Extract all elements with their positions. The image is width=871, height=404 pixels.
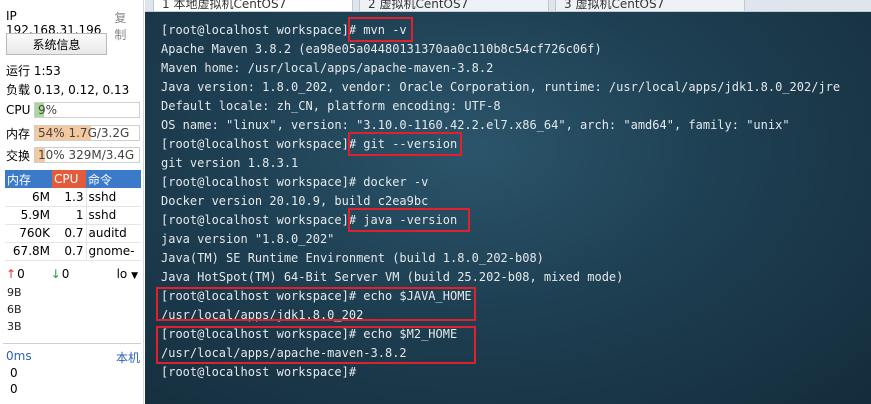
latency-label: 0ms: [6, 349, 32, 363]
column-header-cpu[interactable]: CPU: [52, 170, 86, 188]
latency-host[interactable]: 本机: [116, 349, 140, 366]
highlight-box-git: [348, 132, 462, 156]
terminal-line: Java(TM) SE Runtime Environment (build 1…: [161, 251, 544, 265]
swap-meter-row: 交换 10% 329M/3.4G: [6, 146, 140, 164]
uptime: 运行 1:53: [6, 64, 61, 78]
network-scale-label: 6B: [7, 303, 22, 316]
process-memory: 6M: [5, 188, 52, 207]
copy-ip-link[interactable]: 复制: [114, 9, 138, 43]
network-scale-label: 3B: [7, 320, 22, 333]
process-command: gnome-: [86, 242, 141, 261]
network-row: ↑ 0 ↓ 0 lo ▼: [6, 267, 138, 281]
memory-value: 54% 1.7G/3.2G: [38, 126, 130, 140]
highlight-box-java-home: [156, 287, 476, 321]
terminal-line: Java version: 1.8.0_202, vendor: Oracle …: [161, 80, 841, 94]
terminal-line: java version "1.8.0_202": [161, 232, 335, 246]
tab-session-1[interactable]: 1 本地虚拟机CentOS7: [153, 0, 353, 11]
process-memory: 67.8M: [5, 242, 52, 261]
terminal-line: git version 1.8.3.1: [161, 156, 299, 170]
load-average: 负载 0.13, 0.12, 0.13: [6, 83, 130, 97]
swap-meter: 10% 329M/3.4G: [34, 147, 140, 163]
process-command: sshd: [86, 206, 141, 225]
terminal-line: [root@localhost workspace]#: [161, 365, 364, 379]
upload-value: 0: [17, 267, 25, 281]
terminal-line: Default locale: zh_CN, platform encoding…: [161, 99, 501, 113]
cpu-value: 9%: [38, 103, 58, 117]
system-info-button[interactable]: 系统信息: [6, 33, 107, 55]
process-memory: 5.9M: [5, 206, 52, 225]
terminal-line: Java HotSpot(TM) 64-Bit Server VM (build…: [161, 270, 624, 284]
table-row[interactable]: 6M 1.3 sshd: [5, 188, 141, 207]
process-table: 内存 CPU 命令 6M 1.3 sshd 5.9M 1 sshd 760K 0…: [5, 170, 141, 261]
column-header-memory[interactable]: 内存: [5, 170, 52, 188]
chevron-down-icon: ▼: [131, 271, 138, 281]
download-arrow-icon: ↓: [50, 267, 61, 281]
highlight-box-m2-home: [156, 326, 476, 364]
cpu-label: CPU: [6, 103, 31, 117]
process-memory: 760K: [5, 224, 52, 243]
cpu-meter: 9%: [34, 102, 140, 118]
terminal-output[interactable]: [root@localhost workspace]# mvn -v Apach…: [145, 12, 871, 404]
latency-value: 0: [10, 382, 18, 396]
network-scale-label: 9B: [7, 286, 22, 299]
latency-row: 0ms 本机: [6, 349, 140, 366]
swap-value: 10% 329M/3.4G: [38, 148, 135, 162]
download-value: 0: [61, 267, 70, 281]
process-command: auditd: [86, 224, 141, 243]
server-status-sidebar: IP 192.168.31.196 复制 系统信息 运行 1:53 负载 0.1…: [0, 0, 144, 404]
process-cpu: 0.7: [52, 242, 87, 261]
divider: [3, 343, 141, 344]
table-row[interactable]: 67.8M 0.7 gnome-: [5, 242, 141, 261]
terminal-line: Apache Maven 3.8.2 (ea98e05a04480131370a…: [161, 42, 602, 56]
memory-meter-row: 内存 54% 1.7G/3.2G: [6, 124, 140, 142]
terminal-line: OS name: "linux", version: "3.10.0-1160.…: [161, 118, 790, 132]
cpu-meter-row: CPU 9%: [6, 101, 140, 119]
process-cpu: 1: [52, 206, 87, 225]
highlight-box-java: [348, 208, 470, 232]
latency-value: 0: [10, 366, 18, 380]
memory-label: 内存: [6, 126, 31, 141]
network-interface-select[interactable]: lo ▼: [117, 267, 138, 281]
table-row[interactable]: 5.9M 1 sshd: [5, 206, 141, 225]
process-cpu: 1.3: [52, 188, 87, 207]
process-cpu: 0.7: [52, 224, 87, 243]
column-header-command[interactable]: 命令: [86, 170, 141, 188]
memory-meter: 54% 1.7G/3.2G: [34, 125, 140, 141]
highlight-box-mvn: [348, 17, 413, 42]
tab-session-3[interactable]: 3 虚拟机CentOS7: [555, 0, 745, 11]
process-command: sshd: [86, 188, 141, 207]
swap-label: 交换: [6, 148, 31, 163]
upload-arrow-icon: ↑: [6, 267, 17, 281]
terminal-line: Maven home: /usr/local/apps/apache-maven…: [161, 61, 494, 75]
session-tab-bar: 1 本地虚拟机CentOS7 2 虚拟机CentOS7 3 虚拟机CentOS7: [145, 0, 871, 12]
tab-session-2[interactable]: 2 虚拟机CentOS7: [359, 0, 549, 11]
table-row[interactable]: 760K 0.7 auditd: [5, 224, 141, 243]
terminal-line: [root@localhost workspace]# docker -v: [161, 175, 429, 189]
